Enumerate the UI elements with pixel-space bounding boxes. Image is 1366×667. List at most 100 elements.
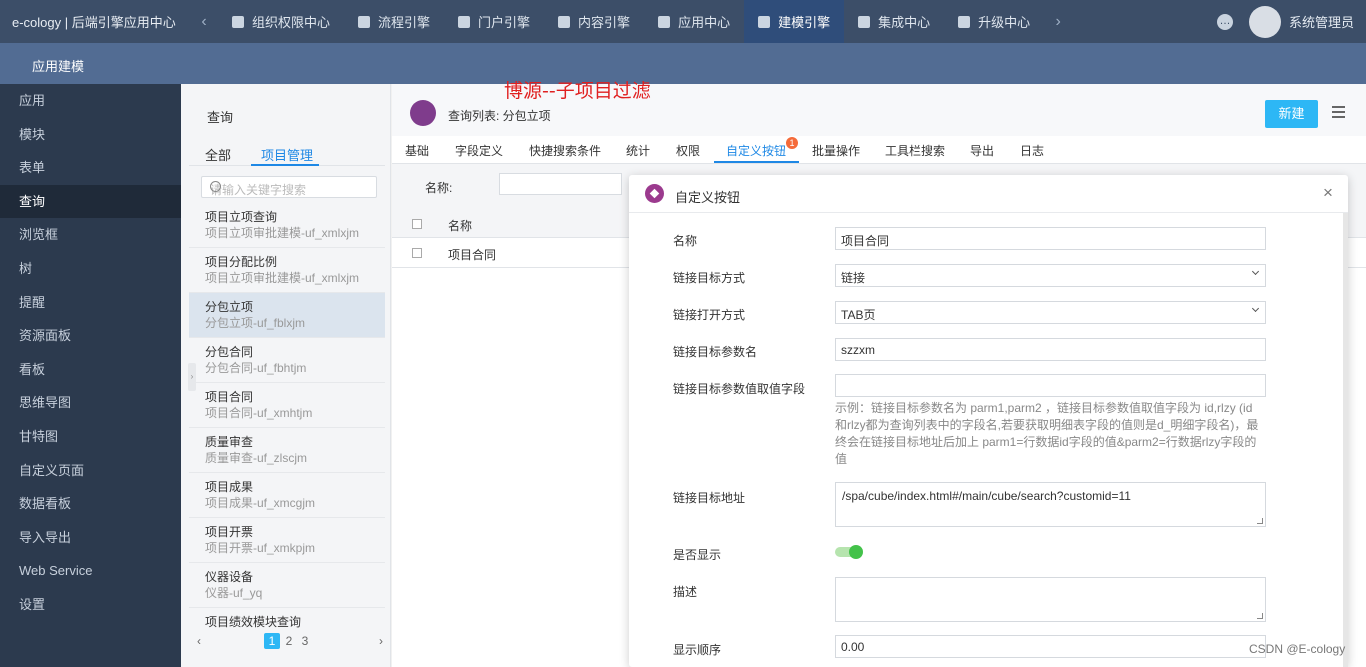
sub-header-title: 应用建模	[32, 59, 85, 74]
name-label: 名称	[673, 234, 698, 248]
sidebar-item-resource-panel[interactable]: 资源面板	[0, 319, 181, 353]
url-value: /spa/cube/index.html#/main/cube/search?c…	[842, 489, 1131, 503]
tab-all[interactable]: 全部	[205, 145, 231, 164]
pager-next-icon[interactable]: ›	[373, 633, 389, 649]
sidebar-item-reminder[interactable]: 提醒	[0, 286, 181, 320]
tab-permission[interactable]: 权限	[676, 142, 700, 159]
nav-item-org-permission[interactable]: 组织权限中心	[218, 0, 344, 43]
list-item[interactable]: 项目成果 项目成果-uf_xmcgjm	[189, 473, 385, 518]
sidebar-item-custom-page[interactable]: 自定义页面	[0, 454, 181, 488]
param-field-label: 链接目标参数值取值字段	[673, 382, 806, 396]
list-item[interactable]: 项目开票 项目开票-uf_xmkpjm	[189, 518, 385, 563]
resize-grip-icon[interactable]	[1257, 613, 1263, 619]
nav-item-integration[interactable]: 集成中心	[844, 0, 944, 43]
select-all-checkbox[interactable]	[412, 219, 422, 229]
nav-prev-arrow-icon[interactable]: ‹	[190, 13, 218, 31]
sidebar-item-import-export[interactable]: 导入导出	[0, 521, 181, 555]
link-mode-value: 链接	[841, 271, 866, 285]
url-textarea[interactable]: /spa/cube/index.html#/main/cube/search?c…	[835, 482, 1266, 527]
pager-page-3[interactable]: 3	[297, 633, 313, 649]
list-item[interactable]: 项目绩效模块查询	[189, 608, 385, 636]
param-name-field[interactable]: szzxm	[835, 338, 1266, 361]
row-checkbox[interactable]	[412, 248, 422, 258]
sidebar-item-settings[interactable]: 设置	[0, 588, 181, 622]
tab-quick-search[interactable]: 快捷搜索条件	[529, 142, 601, 159]
list-item[interactable]: 分包合同 分包合同-uf_fbhtjm	[189, 338, 385, 383]
menu-icon[interactable]	[1332, 106, 1345, 118]
tab-basic[interactable]: 基础	[405, 142, 429, 159]
chevron-down-icon	[1251, 304, 1260, 313]
nav-item-upgrade[interactable]: 升级中心	[944, 0, 1044, 43]
nav-item-modeling[interactable]: 建模引擎	[744, 0, 845, 43]
order-field[interactable]: 0.00	[835, 635, 1266, 658]
tab-custom-button[interactable]: 自定义按钮	[726, 142, 786, 159]
tab-log[interactable]: 日志	[1020, 142, 1044, 159]
pager-page-2[interactable]: 2	[281, 633, 297, 649]
tab-batch-operation[interactable]: 批量操作	[812, 142, 860, 159]
query-list: 项目立项查询 项目立项审批建模-uf_xmlxjm 项目分配比例 项目立项审批建模-…	[189, 203, 385, 636]
link-mode-select[interactable]: 链接	[835, 264, 1266, 287]
nav-item-portal[interactable]: 门户引擎	[444, 0, 544, 43]
nav-item-content[interactable]: 内容引擎	[544, 0, 644, 43]
column-header-name: 名称	[448, 219, 473, 233]
pagination: ‹ 1 2 3 ›	[181, 633, 391, 653]
username[interactable]: 系统管理员	[1289, 12, 1354, 31]
sidebar-item-tree[interactable]: 树	[0, 252, 181, 286]
sidebar-item-kanban[interactable]: 看板	[0, 353, 181, 387]
tab-statistics[interactable]: 统计	[626, 142, 650, 159]
new-button[interactable]: 新建	[1265, 100, 1318, 128]
nav-next-arrow-icon[interactable]: ›	[1044, 13, 1072, 31]
sidebar-item-form[interactable]: 表单	[0, 151, 181, 185]
sidebar-item-gantt[interactable]: 甘特图	[0, 420, 181, 454]
link-mode-label: 链接目标方式	[673, 271, 746, 285]
open-mode-label: 链接打开方式	[673, 308, 746, 322]
tab-project-management[interactable]: 项目管理	[261, 145, 313, 164]
shield-icon	[232, 15, 244, 28]
list-item[interactable]: 质量审查 质量审查-uf_zlscjm	[189, 428, 385, 473]
sidebar-item-web-service[interactable]: Web Service	[0, 554, 181, 588]
list-item[interactable]: 项目分配比例 项目立项审批建模-uf_xmlxjm	[189, 248, 385, 293]
tab-field-definition[interactable]: 字段定义	[455, 142, 503, 159]
page-title: 查询列表: 分包立项	[448, 109, 551, 123]
description-textarea[interactable]	[835, 577, 1266, 622]
tab-export[interactable]: 导出	[970, 142, 994, 159]
watermark: CSDN @E-cology	[1249, 642, 1346, 656]
top-navbar: e-cology | 后端引擎应用中心 ‹ 组织权限中心 流程引擎 门户引擎 内…	[0, 0, 1366, 43]
search-input[interactable]: 请输入关键字搜索	[201, 176, 377, 198]
show-toggle[interactable]	[835, 545, 863, 559]
list-item[interactable]: 仪器设备 仪器-uf_yq	[189, 563, 385, 608]
list-item[interactable]: 项目立项查询 项目立项审批建模-uf_xmlxjm	[189, 203, 385, 248]
filter-name-input[interactable]	[499, 173, 622, 195]
param-field-input[interactable]	[835, 374, 1266, 397]
open-mode-select[interactable]: TAB页	[835, 301, 1266, 324]
search-icon[interactable]	[210, 181, 221, 192]
custom-button-dialog: 自定义按钮 × 名称 项目合同 链接目标方式 链接 链接打开方式 TAB页 链接…	[629, 175, 1348, 667]
sidebar-item-app[interactable]: 应用	[0, 84, 181, 118]
sidebar-item-data-board[interactable]: 数据看板	[0, 487, 181, 521]
nav-item-app-center[interactable]: 应用中心	[644, 0, 744, 43]
pager-page-1[interactable]: 1	[264, 633, 280, 649]
close-icon[interactable]: ×	[1323, 183, 1333, 203]
more-icon[interactable]: …	[1216, 13, 1233, 30]
dialog-scrollbar[interactable]	[1343, 213, 1348, 667]
workflow-icon	[358, 15, 371, 28]
config-tabs: 基础 字段定义 快捷搜索条件 统计 权限 自定义按钮 1 批量操作 工具栏搜索 …	[392, 136, 1366, 164]
collapse-handle-icon[interactable]: ›	[188, 363, 196, 391]
name-field[interactable]: 项目合同	[835, 227, 1266, 250]
filter-name-label: 名称:	[425, 181, 453, 195]
panel-title: 查询	[207, 110, 234, 125]
description-label: 描述	[673, 585, 698, 599]
table-cell-name: 项目合同	[448, 248, 497, 262]
resize-grip-icon[interactable]	[1257, 518, 1263, 524]
tab-toolbar-search[interactable]: 工具栏搜索	[885, 142, 945, 159]
sidebar-item-mindmap[interactable]: 思维导图	[0, 386, 181, 420]
avatar[interactable]	[1248, 5, 1281, 38]
sidebar-item-module[interactable]: 模块	[0, 118, 181, 152]
list-item[interactable]: 项目合同 项目合同-uf_xmhtjm	[189, 383, 385, 428]
pager-prev-icon[interactable]: ‹	[191, 633, 207, 649]
list-item-selected[interactable]: 分包立项 分包立项-uf_fblxjm	[189, 293, 385, 338]
sidebar-item-query[interactable]: 查询	[0, 184, 181, 219]
nav-item-workflow[interactable]: 流程引擎	[344, 0, 444, 43]
sidebar-item-browser[interactable]: 浏览框	[0, 218, 181, 252]
grid-icon	[658, 15, 671, 28]
